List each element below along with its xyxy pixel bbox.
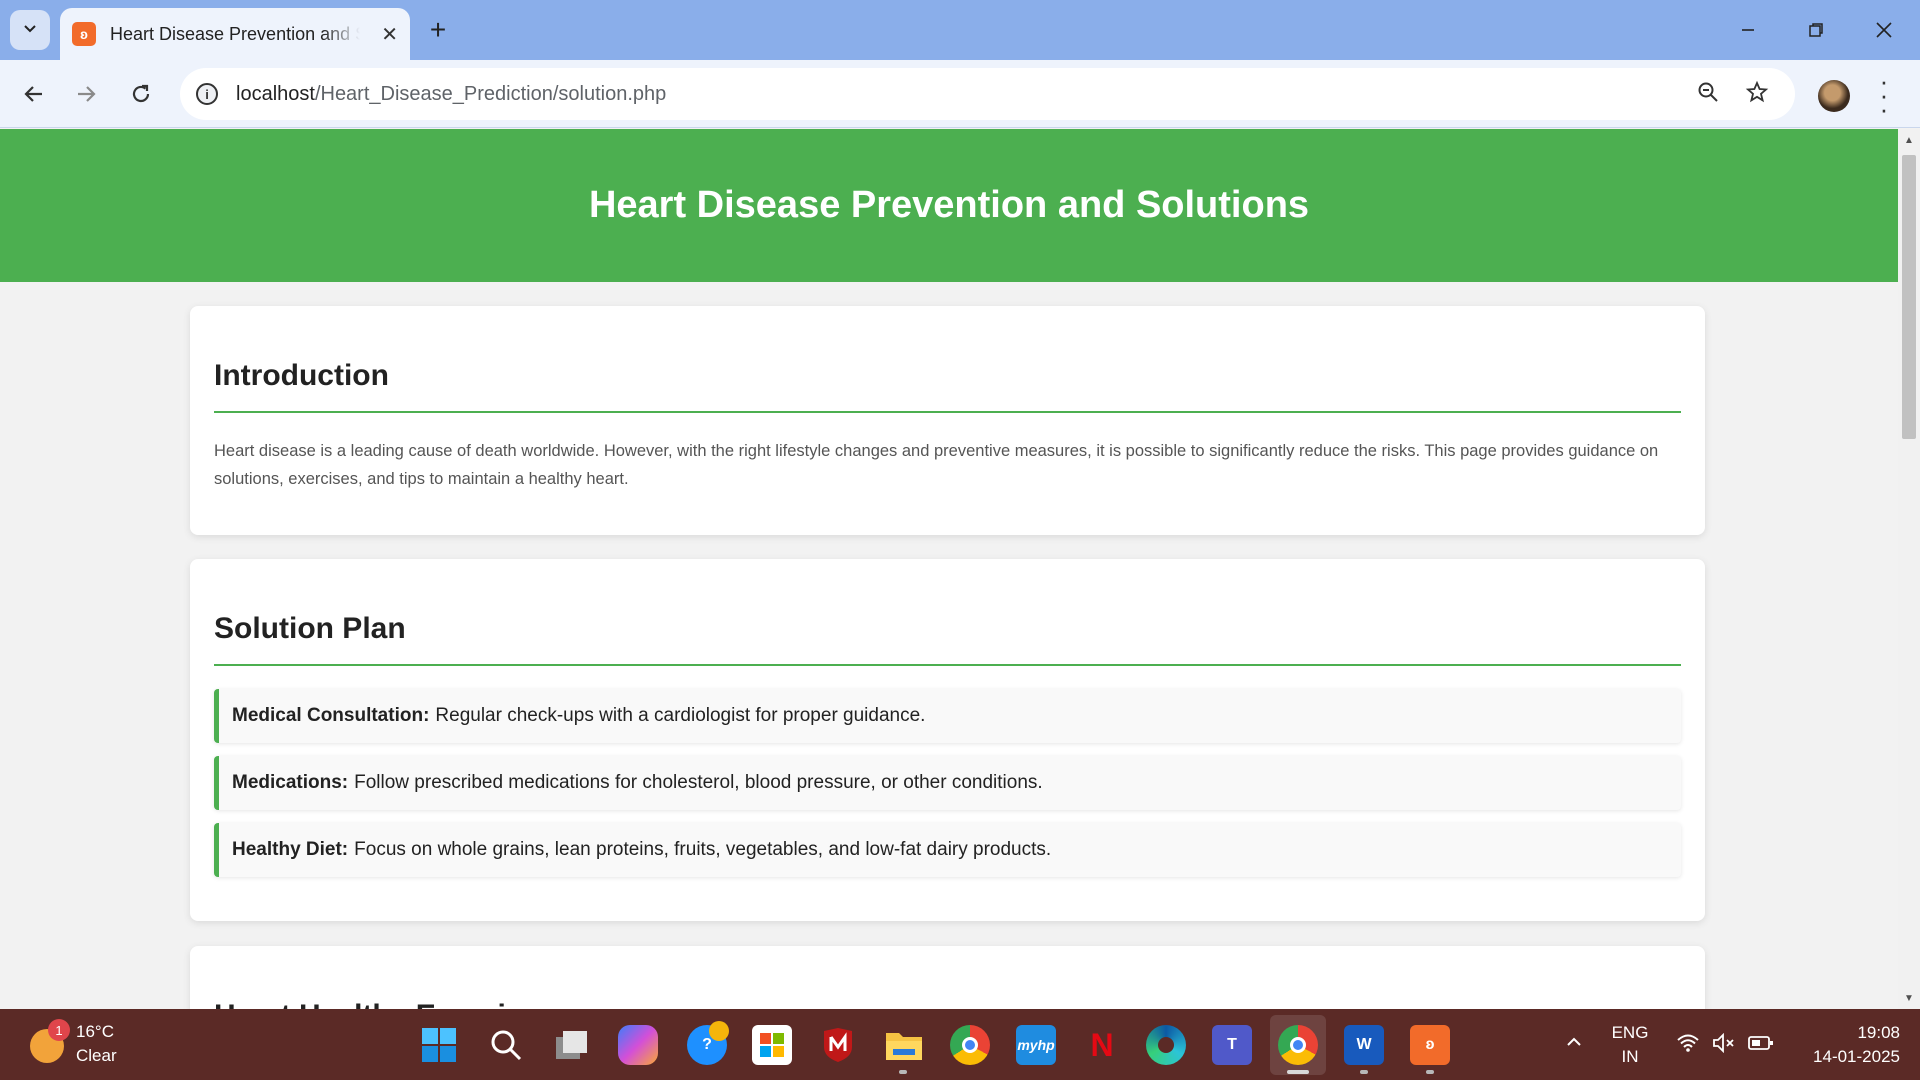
- file-explorer-icon[interactable]: [884, 1025, 924, 1065]
- browser-toolbar: i localhost/Heart_Disease_Prediction/sol…: [0, 60, 1920, 128]
- store-icon[interactable]: [752, 1025, 792, 1065]
- introduction-heading: Introduction: [214, 306, 1681, 413]
- scroll-up-icon[interactable]: ▲: [1904, 135, 1914, 146]
- minimize-button[interactable]: [1728, 12, 1768, 48]
- forward-button[interactable]: [66, 74, 106, 114]
- xampp-running-indicator: [1426, 1070, 1434, 1074]
- tab-search-button[interactable]: [10, 10, 50, 50]
- chrome-running-indicator: [1287, 1070, 1309, 1074]
- exercises-heading: Heart Healthy Exercises: [214, 946, 1681, 1009]
- clock-time[interactable]: 19:08: [1820, 1023, 1900, 1043]
- chrome-icon[interactable]: [1278, 1025, 1318, 1065]
- menu-dots-icon[interactable]: · · ·: [1874, 68, 1894, 122]
- battery-icon[interactable]: [1748, 1033, 1774, 1059]
- introduction-text: Heart disease is a leading cause of deat…: [214, 442, 1659, 488]
- new-tab-button[interactable]: +: [422, 14, 454, 46]
- page-scrollbar[interactable]: ▲ ▼: [1898, 129, 1920, 1009]
- help-notification-dot: [709, 1021, 729, 1041]
- url-text[interactable]: localhost/Heart_Disease_Prediction/solut…: [236, 83, 666, 106]
- file-explorer-running-indicator: [899, 1070, 907, 1074]
- close-window-button[interactable]: [1864, 12, 1904, 48]
- wifi-icon[interactable]: [1676, 1033, 1700, 1059]
- bookmark-star-icon[interactable]: [1745, 80, 1769, 110]
- word-running-indicator: [1360, 1070, 1368, 1074]
- address-bar[interactable]: i localhost/Heart_Disease_Prediction/sol…: [180, 68, 1795, 120]
- netflix-icon[interactable]: N: [1082, 1025, 1122, 1065]
- page-header: Heart Disease Prevention and Solutions: [0, 129, 1898, 282]
- windows-taskbar: 1 16°C Clear ? myhp N T W ʚ ENG IN 19:08…: [0, 1009, 1920, 1080]
- back-button[interactable]: [14, 74, 54, 114]
- forward-arrow-icon: [78, 86, 96, 102]
- chevron-down-icon: [22, 20, 38, 41]
- show-hidden-icons-chevron-icon[interactable]: [1565, 1033, 1583, 1057]
- chrome-profile-icon[interactable]: [950, 1025, 990, 1065]
- browser-titlebar: ʚ Heart Disease Prevention and Solutions…: [0, 0, 1920, 60]
- page-viewport: Heart Disease Prevention and Solutions I…: [0, 129, 1898, 1009]
- profile-avatar[interactable]: [1818, 80, 1850, 112]
- xampp-favicon-icon: ʚ: [72, 22, 96, 46]
- exercises-card: Heart Healthy Exercises: [190, 946, 1705, 1009]
- edge-icon[interactable]: [1146, 1025, 1186, 1065]
- scroll-thumb[interactable]: [1902, 155, 1916, 439]
- solution-plan-card: Solution Plan Medical Consultation: Regul…: [190, 559, 1705, 921]
- introduction-card: Introduction Heart disease is a leading …: [190, 306, 1705, 535]
- word-icon[interactable]: W: [1344, 1025, 1384, 1065]
- page-title: Heart Disease Prevention and Solutions: [588, 184, 1310, 226]
- copilot-icon[interactable]: [618, 1025, 658, 1065]
- zoom-icon[interactable]: [1696, 80, 1720, 110]
- language-indicator-bottom[interactable]: IN: [1605, 1047, 1655, 1067]
- reload-icon: [132, 84, 150, 103]
- clock-date[interactable]: 14-01-2025: [1790, 1047, 1900, 1067]
- plan-item-healthy-diet: Healthy Diet: Focus on whole grains, lean…: [214, 823, 1681, 877]
- teams-icon[interactable]: T: [1212, 1025, 1252, 1065]
- language-indicator-top[interactable]: ENG: [1605, 1023, 1655, 1043]
- browser-tab-active[interactable]: ʚ Heart Disease Prevention and Solutions…: [60, 8, 410, 60]
- volume-muted-icon[interactable]: [1712, 1032, 1736, 1059]
- xampp-icon[interactable]: ʚ: [1410, 1025, 1450, 1065]
- reload-button[interactable]: [121, 74, 161, 114]
- weather-condition[interactable]: Clear: [76, 1046, 117, 1066]
- plan-item-medical-consultation: Medical Consultation: Regular check-ups w…: [214, 689, 1681, 743]
- weather-badge: 1: [48, 1019, 70, 1041]
- weather-temperature[interactable]: 16°C: [76, 1022, 114, 1042]
- back-arrow-icon: [24, 86, 42, 102]
- restore-button[interactable]: [1796, 12, 1836, 48]
- scroll-down-icon[interactable]: ▼: [1904, 993, 1914, 1004]
- search-icon[interactable]: [486, 1025, 526, 1065]
- plan-item-medications: Medications: Follow prescribed medication…: [214, 756, 1681, 810]
- task-view-icon[interactable]: [552, 1025, 592, 1065]
- tab-close-icon[interactable]: ✕: [381, 22, 398, 47]
- start-icon[interactable]: [419, 1025, 459, 1065]
- site-info-icon[interactable]: i: [196, 83, 218, 105]
- mcafee-icon[interactable]: [818, 1025, 858, 1065]
- solution-plan-heading: Solution Plan: [214, 559, 1681, 666]
- myhp-icon[interactable]: myhp: [1016, 1025, 1056, 1065]
- tab-title: Heart Disease Prevention and Solutions: [110, 23, 360, 44]
